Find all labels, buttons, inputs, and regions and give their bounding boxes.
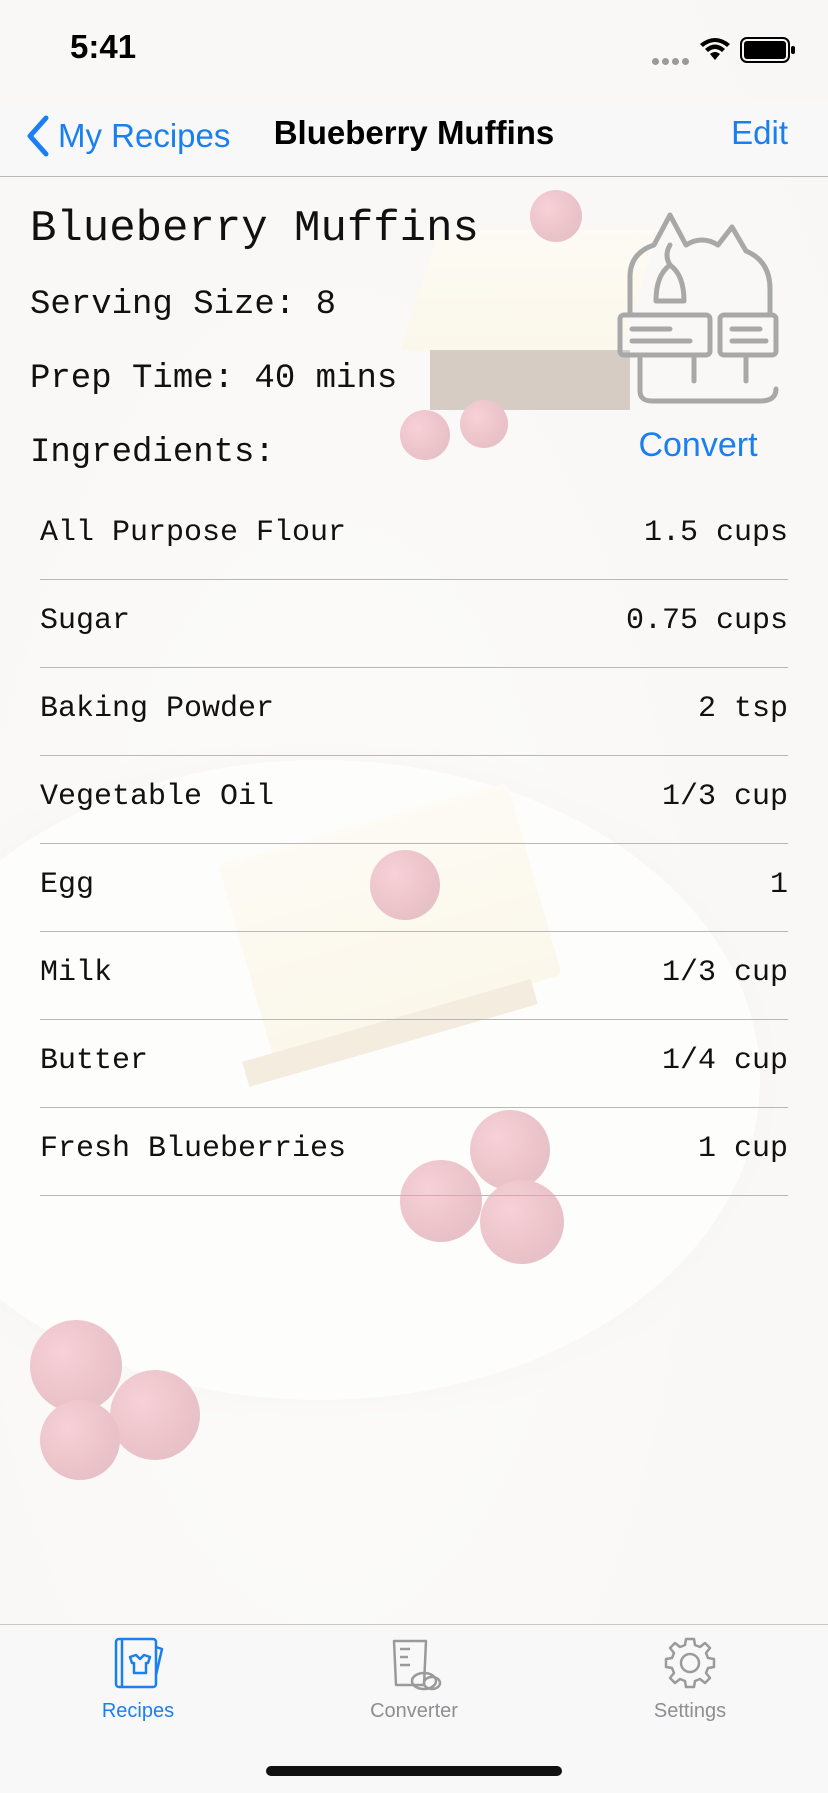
- home-indicator: [266, 1766, 562, 1776]
- ingredients-heading: Ingredients:: [30, 434, 275, 472]
- ingredient-quantity: 1 cup: [697, 1132, 788, 1166]
- ingredient-name: Milk: [40, 956, 113, 990]
- tab-converter[interactable]: Converter: [276, 1635, 552, 1723]
- ingredient-quantity: 1: [769, 868, 788, 902]
- convert-button[interactable]: Convert: [610, 426, 786, 465]
- ingredient-quantity: 1.5 cups: [643, 516, 788, 550]
- gear-icon: [664, 1637, 716, 1689]
- status-bar: 5:41: [0, 0, 828, 100]
- ingredient-row[interactable]: All Purpose Flour 1.5 cups: [40, 492, 788, 580]
- ingredient-name: All Purpose Flour: [40, 516, 347, 550]
- ingredient-name: Baking Powder: [40, 692, 275, 726]
- tab-settings-label: Settings: [653, 1700, 727, 1722]
- tab-recipes-label: Recipes: [101, 1700, 175, 1722]
- cellular-signal-icon: [652, 52, 692, 70]
- measuring-cup-icon: [392, 1639, 442, 1691]
- ingredient-row[interactable]: Baking Powder 2 tsp: [40, 668, 788, 756]
- back-button-label: My Recipes: [58, 117, 231, 154]
- battery-icon: [740, 37, 795, 63]
- edit-button[interactable]: Edit: [731, 114, 788, 152]
- ingredient-name: Egg: [40, 868, 95, 902]
- ingredient-quantity: 2 tsp: [697, 692, 788, 726]
- navigation-bar: Blueberry Muffins My Recipes Edit: [0, 100, 828, 177]
- back-button[interactable]: My Recipes: [22, 110, 230, 162]
- cake-icon: [617, 212, 779, 404]
- recipe-book-icon: [114, 1637, 164, 1689]
- ingredient-row[interactable]: Vegetable Oil 1/3 cup: [40, 756, 788, 844]
- ingredient-name: Sugar: [40, 604, 131, 638]
- serving-size: Serving Size: 8: [30, 286, 337, 324]
- ingredient-name: Vegetable Oil: [40, 780, 275, 814]
- ingredient-row[interactable]: Fresh Blueberries 1 cup: [40, 1108, 788, 1196]
- status-time: 5:41: [70, 28, 137, 65]
- wifi-icon: [700, 38, 730, 60]
- ingredient-row[interactable]: Sugar 0.75 cups: [40, 580, 788, 668]
- tab-converter-label: Converter: [370, 1700, 458, 1722]
- ingredient-row[interactable]: Milk 1/3 cup: [40, 932, 788, 1020]
- recipe-title: Blueberry Muffins: [30, 204, 479, 254]
- prep-time: Prep Time: 40 mins: [30, 360, 398, 398]
- ingredient-row[interactable]: Egg 1: [40, 844, 788, 932]
- ingredient-row[interactable]: Butter 1/4 cup: [40, 1020, 788, 1108]
- ingredients-list: All Purpose Flour 1.5 cups Sugar 0.75 cups B…: [40, 492, 788, 1196]
- ingredient-quantity: 1/3 cup: [661, 780, 788, 814]
- ingredient-name: Butter: [40, 1044, 149, 1078]
- ingredient-name: Fresh Blueberries: [40, 1132, 347, 1166]
- ingredient-quantity: 1/4 cup: [661, 1044, 788, 1078]
- tab-recipes[interactable]: Recipes: [0, 1635, 276, 1723]
- ingredient-quantity: 0.75 cups: [625, 604, 788, 638]
- ingredient-quantity: 1/3 cup: [661, 956, 788, 990]
- chevron-left-icon: [27, 115, 49, 157]
- tab-settings[interactable]: Settings: [552, 1635, 828, 1723]
